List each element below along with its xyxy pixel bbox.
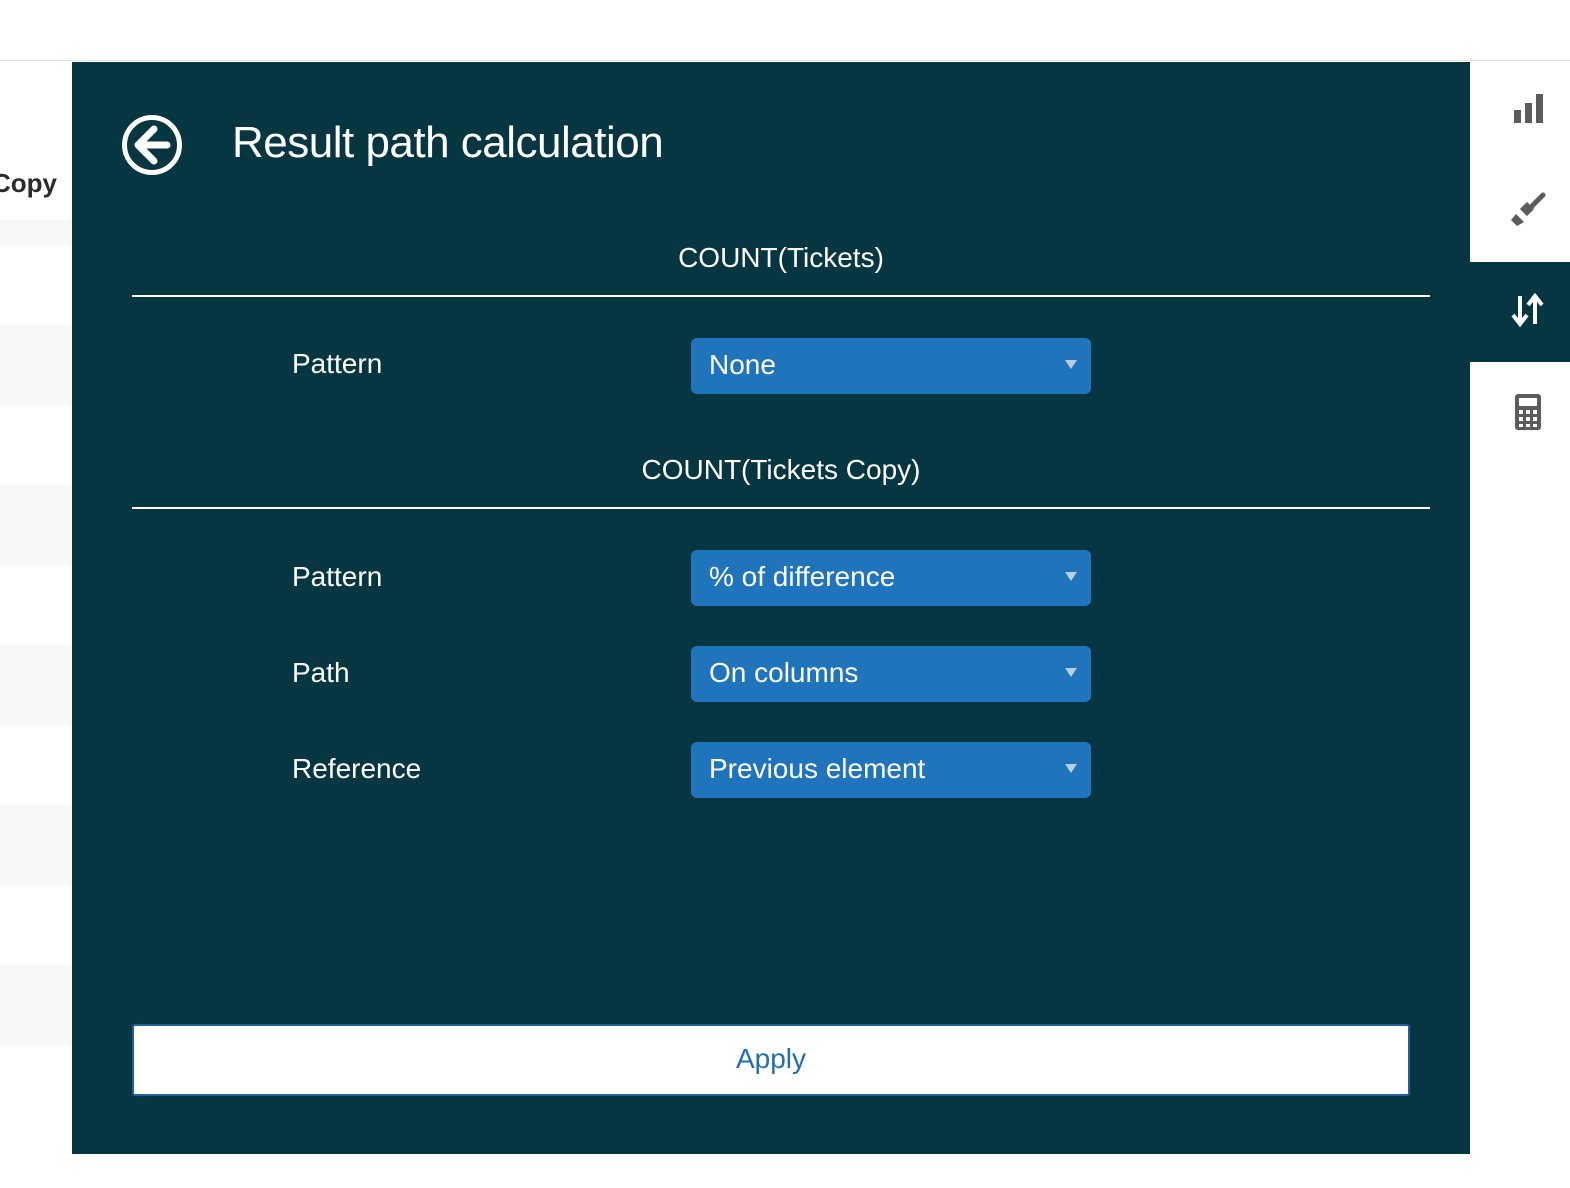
table-row: [0, 220, 72, 245]
table-row: [0, 645, 72, 725]
top-bar: [0, 0, 1570, 61]
reference-select[interactable]: Previous element: [691, 742, 1091, 798]
chevron-down-icon: [1065, 572, 1077, 581]
pattern-label: Pattern: [292, 561, 383, 592]
result-path-panel: Result path calculation COUNT(Tickets) P…: [72, 62, 1470, 1154]
background-column-header: Copy: [0, 168, 57, 198]
section-divider: [132, 295, 1430, 297]
background-table-header: Copy: [0, 62, 72, 220]
table-row: [0, 885, 72, 965]
table-row: [0, 325, 72, 405]
table-row: [0, 245, 72, 325]
tool-format[interactable]: [1470, 162, 1570, 262]
reference-select-value: Previous element: [709, 753, 926, 784]
path-select[interactable]: On columns: [691, 646, 1091, 702]
table-row: [0, 405, 72, 485]
reference-label: Reference: [292, 753, 422, 784]
table-row: [0, 965, 72, 1045]
pattern-select[interactable]: % of difference: [691, 550, 1091, 606]
panel-title: Result path calculation: [232, 118, 664, 167]
pattern-select[interactable]: None: [691, 338, 1091, 394]
right-toolbar: [1470, 62, 1570, 1188]
background-table: Copy: [0, 62, 72, 1188]
bar-chart-icon: [1514, 94, 1543, 123]
apply-button[interactable]: Apply: [132, 1024, 1410, 1096]
path-label: Path: [292, 657, 350, 688]
brush-icon: [1511, 192, 1546, 226]
back-button[interactable]: [121, 114, 183, 176]
arrow-left-circle-icon: [122, 115, 182, 175]
pattern-select-value: % of difference: [709, 561, 896, 592]
pattern-select-value: None: [709, 349, 776, 380]
chevron-down-icon: [1065, 360, 1077, 369]
sort-arrows-icon: [1511, 292, 1544, 328]
chevron-down-icon: [1065, 668, 1077, 677]
section-heading-count-tickets: COUNT(Tickets): [678, 242, 884, 273]
tool-result-path[interactable]: [1470, 262, 1570, 362]
section-divider: [132, 507, 1430, 509]
section-heading-count-tickets-copy: COUNT(Tickets Copy): [641, 454, 921, 485]
path-select-value: On columns: [709, 657, 859, 688]
table-row: [0, 485, 72, 565]
calculator-icon: [1515, 394, 1541, 430]
tool-chart[interactable]: [1470, 62, 1570, 162]
tool-calculation[interactable]: [1470, 362, 1570, 462]
table-row: [0, 565, 72, 645]
chevron-down-icon: [1065, 764, 1077, 773]
pattern-label: Pattern: [292, 348, 383, 379]
table-row: [0, 805, 72, 885]
table-row: [0, 725, 72, 805]
